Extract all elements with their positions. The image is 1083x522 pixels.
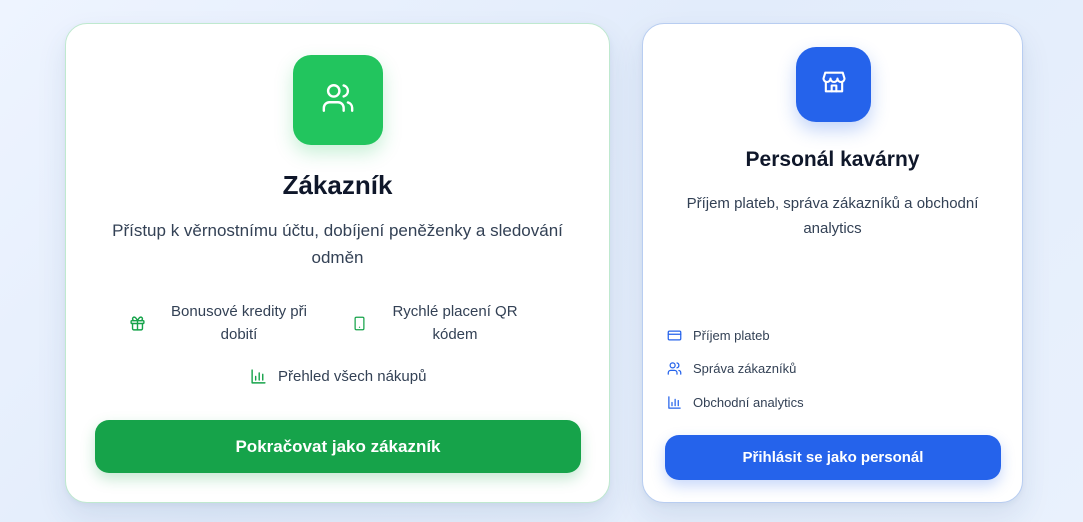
feature-payments: Příjem plateb bbox=[666, 328, 770, 343]
feature-customer-management: Správa zákazníků bbox=[666, 361, 796, 376]
bar-chart-icon bbox=[666, 395, 682, 410]
feature-label: Přehled všech nákupů bbox=[278, 368, 427, 385]
feature-qr-payment: Rychlé placení QR kódem bbox=[351, 300, 551, 346]
feature-label: Bonusové kredity při dobití bbox=[171, 303, 307, 343]
staff-description: Příjem plateb, správa zákazníků a obchod… bbox=[686, 195, 979, 237]
store-icon bbox=[820, 68, 848, 101]
gift-icon bbox=[128, 315, 146, 332]
staff-title: Personál kavárny bbox=[745, 148, 920, 171]
feature-label: Správa zákazníků bbox=[693, 361, 797, 376]
feature-bonus-credits: Bonusové kredity při dobití bbox=[128, 300, 328, 346]
staff-icon-tile bbox=[796, 47, 871, 122]
customer-card[interactable]: Zákazník Přístup k věrnostnímu účtu, dob… bbox=[65, 23, 610, 503]
credit-card-icon bbox=[666, 328, 682, 343]
customer-description: Přístup k věrnostnímu účtu, dobíjení pen… bbox=[112, 221, 563, 267]
users-icon bbox=[321, 81, 355, 120]
feature-business-analytics: Obchodní analytics bbox=[666, 395, 804, 410]
feature-purchase-overview: Přehled všech nákupů bbox=[249, 368, 426, 385]
bar-chart-icon bbox=[249, 368, 267, 385]
staff-card[interactable]: Personál kavárny Příjem plateb, správa z… bbox=[642, 23, 1023, 503]
feature-label: Obchodní analytics bbox=[693, 395, 804, 410]
continue-as-customer-button[interactable]: Pokračovat jako zákazník bbox=[95, 420, 581, 473]
smartphone-icon bbox=[351, 314, 367, 333]
customer-title: Zákazník bbox=[282, 170, 393, 200]
login-as-staff-button[interactable]: Přihlásit se jako personál bbox=[665, 435, 1001, 480]
users-icon bbox=[666, 361, 682, 376]
feature-label: Příjem plateb bbox=[693, 328, 770, 343]
feature-label: Rychlé placení QR kódem bbox=[392, 303, 518, 343]
customer-icon-tile bbox=[293, 55, 383, 145]
